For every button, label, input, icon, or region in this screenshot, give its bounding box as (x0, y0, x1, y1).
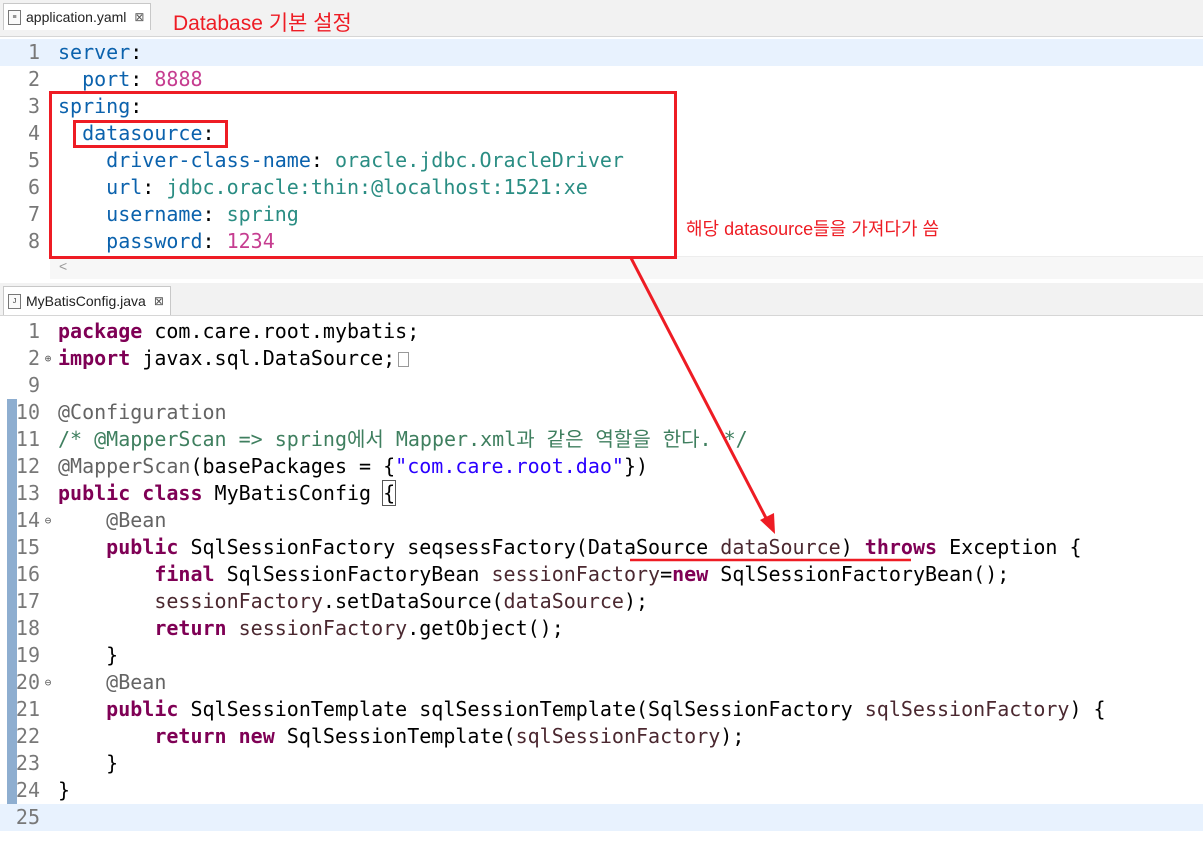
code-line[interactable]: 21 public SqlSessionTemplate sqlSessionT… (0, 696, 1203, 723)
line-number: 23 (15, 751, 40, 775)
code-line[interactable]: 9 (0, 372, 1203, 399)
line-number: 21 (15, 697, 40, 721)
fold-toggle-icon[interactable]: ⊕ (43, 345, 53, 372)
line-number: 3 (27, 94, 40, 118)
line-code: @Bean (106, 670, 167, 694)
line-number: 13 (15, 481, 40, 505)
line-code: public SqlSessionTemplate sqlSessionTemp… (106, 697, 1106, 721)
line-number: 2 (27, 346, 40, 370)
line-code: return sessionFactory.getObject(); (154, 616, 564, 640)
line-code: sessionFactory.setDataSource(dataSource)… (154, 589, 649, 613)
line-number: 1 (27, 319, 40, 343)
fold-toggle-icon[interactable]: ⊖ (43, 669, 53, 696)
yaml-tab-label: application.yaml (26, 9, 127, 25)
yaml-editor-tab[interactable]: ≡ application.yaml ⊠ (3, 3, 152, 30)
code-line[interactable]: 24} (0, 777, 1203, 804)
title-annotation: Database 기본 설정 (173, 12, 352, 35)
line-number: 6 (27, 175, 40, 199)
scroll-left-icon[interactable]: < (59, 258, 67, 274)
code-line[interactable]: 11 /* @MapperScan => spring에서 Mapper.xml과… (0, 426, 1203, 453)
datasource-key-highlight-box (73, 120, 228, 148)
code-line[interactable]: 1 server: (0, 39, 1203, 66)
yaml-file-icon: ≡ (8, 9, 21, 25)
line-number: 4 (27, 121, 40, 145)
java-tab-close-icon[interactable]: ⊠ (154, 294, 164, 308)
code-line[interactable]: 2 port: 8888 (0, 66, 1203, 93)
line-code: package com.care.root.mybatis; (58, 319, 420, 343)
line-number: 8 (27, 229, 40, 253)
line-number: 19 (15, 643, 40, 667)
line-code: server: (58, 40, 143, 64)
line-number: 22 (15, 724, 40, 748)
code-line[interactable]: 1 package com.care.root.mybatis; (0, 318, 1203, 345)
yaml-horizontal-scrollbar[interactable]: < (50, 256, 1203, 279)
line-number: 18 (15, 616, 40, 640)
line-code: } (58, 751, 119, 775)
line-code: return new SqlSessionTemplate(sqlSession… (154, 724, 745, 748)
line-code: } (58, 778, 71, 802)
code-line[interactable]: 10 @Configuration (0, 399, 1203, 426)
line-code: public SqlSessionFactory seqsessFactory(… (106, 535, 1082, 559)
line-code: } (58, 643, 119, 667)
line-number: 20 (15, 670, 40, 694)
line-code: @Bean (106, 508, 167, 532)
code-line[interactable]: 22 return new SqlSessionTemplate(sqlSess… (0, 723, 1203, 750)
fold-toggle-icon[interactable]: ⊖ (43, 507, 53, 534)
line-number: 2 (27, 67, 40, 91)
spring-config-highlight-box (49, 91, 677, 259)
java-file-icon: J (8, 293, 21, 309)
code-line[interactable]: 18 return sessionFactory.getObject(); (0, 615, 1203, 642)
code-line[interactable]: 2 ⊕ import javax.sql.DataSource; (0, 345, 1203, 372)
line-code: @Configuration (58, 400, 227, 424)
java-tab-label: MyBatisConfig.java (26, 293, 146, 309)
line-number: 9 (27, 373, 40, 397)
line-number: 10 (15, 400, 40, 424)
yaml-tab-close-icon[interactable]: ⊠ (134, 10, 144, 24)
code-line[interactable]: 13 public class MyBatisConfig { (0, 480, 1203, 507)
datasource-annotation: 해당 datasource들을 가져다가 씀 (686, 219, 940, 239)
line-code: final SqlSessionFactoryBean sessionFacto… (154, 562, 1010, 586)
line-code: port: 8888 (82, 67, 203, 91)
line-number: 12 (15, 454, 40, 478)
line-code: /* @MapperScan => spring에서 Mapper.xml과 같… (58, 427, 748, 451)
line-number: 24 (15, 778, 40, 802)
code-line[interactable]: 23 } (0, 750, 1203, 777)
code-line[interactable]: 20 ⊖ @Bean (0, 669, 1203, 696)
code-line[interactable]: 12 @MapperScan(basePackages = {"com.care.… (0, 453, 1203, 480)
code-line[interactable]: 16 final SqlSessionFactoryBean sessionFa… (0, 561, 1203, 588)
line-code: import javax.sql.DataSource; (58, 345, 410, 372)
line-number: 1 (27, 40, 40, 64)
line-number: 15 (15, 535, 40, 559)
code-line[interactable]: 19 } (0, 642, 1203, 669)
line-number: 17 (15, 589, 40, 613)
code-line[interactable]: 25 (0, 804, 1203, 831)
line-number: 11 (15, 427, 40, 451)
java-tab-bar: J MyBatisConfig.java ⊠ (0, 283, 1203, 316)
code-line[interactable]: 17 sessionFactory.setDataSource(dataSour… (0, 588, 1203, 615)
line-number: 25 (15, 805, 40, 829)
line-code: @MapperScan(basePackages = {"com.care.ro… (58, 454, 649, 478)
line-number: 14 (15, 508, 40, 532)
java-editor-tab[interactable]: J MyBatisConfig.java ⊠ (3, 286, 171, 315)
line-number: 5 (27, 148, 40, 172)
code-line[interactable]: 15 public SqlSessionFactory seqsessFacto… (0, 534, 1203, 561)
java-editor[interactable]: 1 package com.care.root.mybatis; 2 ⊕ import … (0, 318, 1203, 842)
line-code: public class MyBatisConfig { (58, 480, 397, 506)
line-number: 16 (15, 562, 40, 586)
line-number: 7 (27, 202, 40, 226)
code-line[interactable]: 14 ⊖ @Bean (0, 507, 1203, 534)
